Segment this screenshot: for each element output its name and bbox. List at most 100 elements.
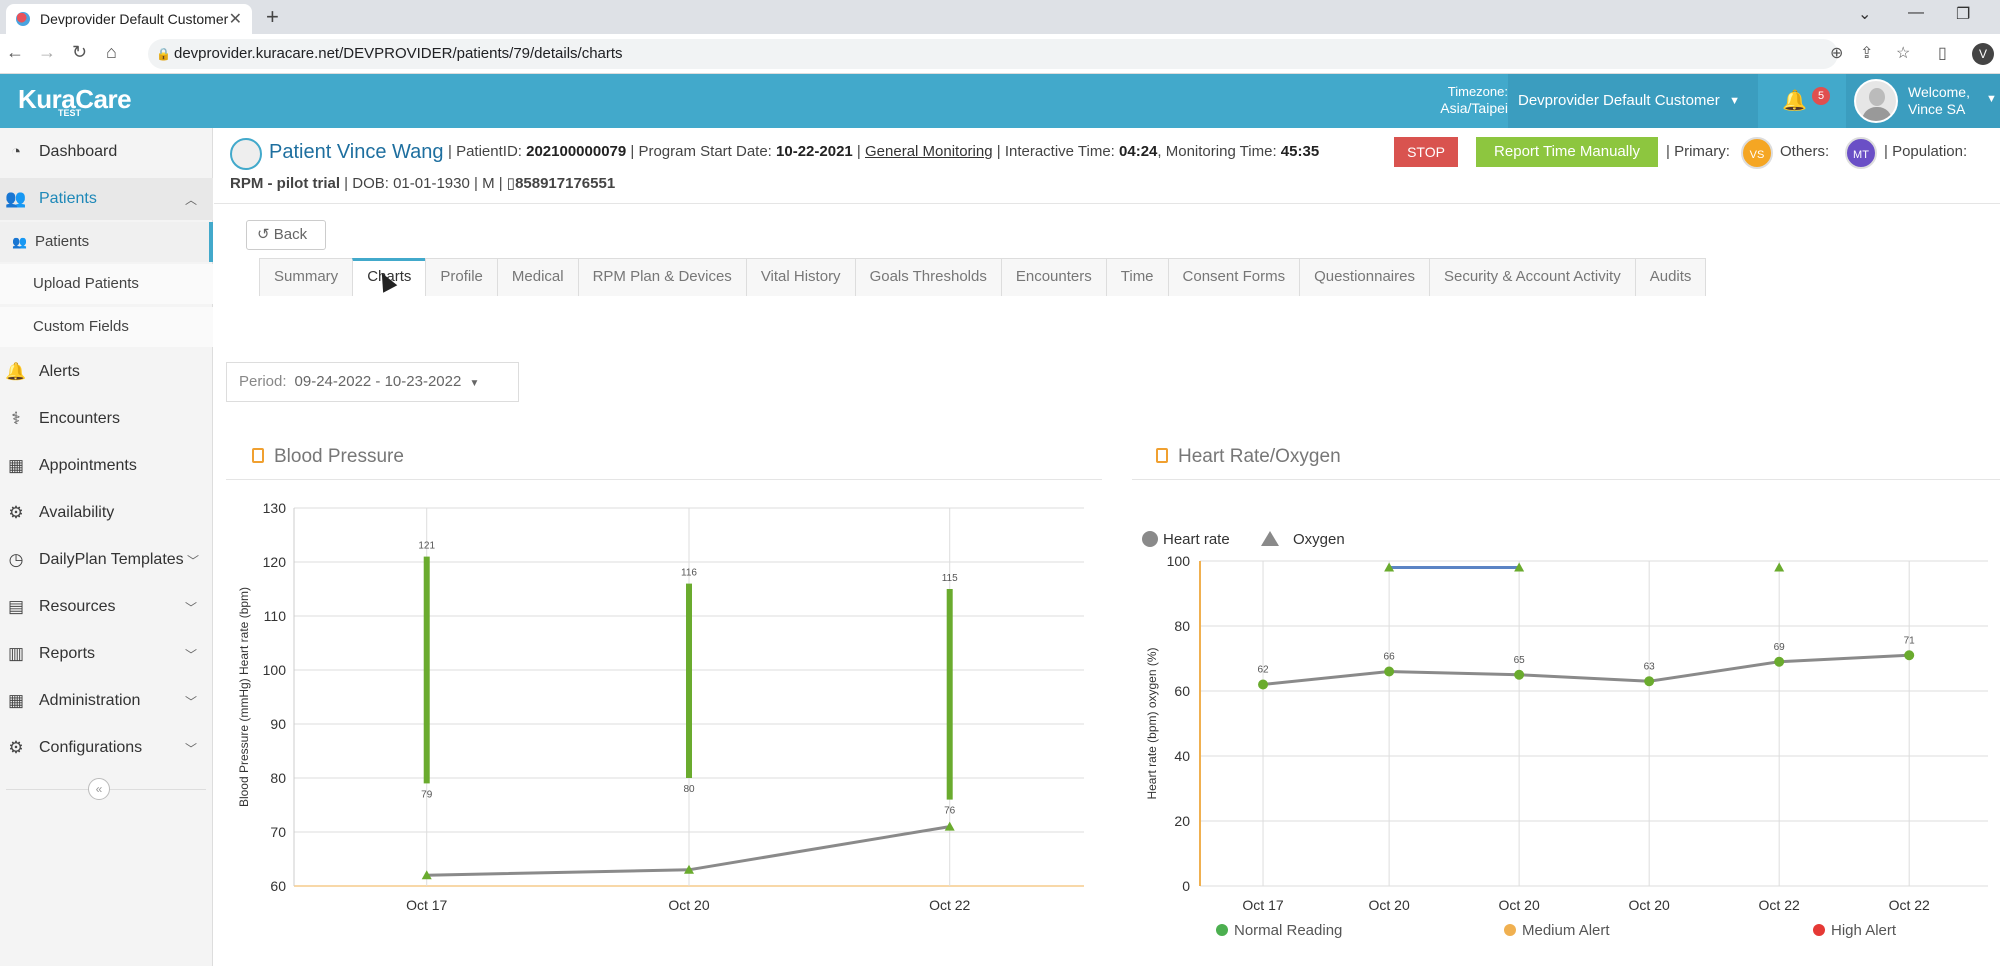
sidebar-subitem-label: Patients — [34, 233, 90, 250]
x-tick-label: Oct 17 — [406, 897, 447, 913]
other-provider-badge[interactable]: MT — [1845, 137, 1877, 169]
heart-rate-point — [1644, 676, 1655, 687]
calendar-icon: ▦ — [7, 456, 25, 475]
customer-selector[interactable]: Devprovider Default Customer ▼ — [1508, 74, 1758, 128]
book-icon: ▤ — [7, 597, 25, 616]
sidebar-item-encounters[interactable]: ⚕ Encounters — [0, 398, 213, 440]
lock-icon: 🔒 — [156, 47, 171, 61]
program-link[interactable]: General Monitoring — [865, 143, 993, 160]
tab-summary[interactable]: Summary — [259, 258, 354, 296]
tab-medical[interactable]: Medical — [496, 258, 579, 296]
back-label: Back — [273, 226, 308, 243]
primary-provider-badge[interactable]: VS — [1741, 137, 1773, 169]
sidebar-item-dailyplan-templates[interactable]: ◷ DailyPlan Templates ﹀ — [0, 539, 213, 581]
sidebar-item-reports[interactable]: ▥ Reports ﹀ — [0, 633, 213, 675]
chevron-down-icon: ﹀ — [186, 553, 199, 568]
share-icon[interactable]: ⇪ — [1860, 43, 1873, 63]
phone: 858917176551 — [515, 175, 616, 192]
tab-encounters[interactable]: Encounters — [1000, 258, 1107, 296]
forward-arrow-icon[interactable]: → — [38, 42, 56, 63]
sidebar-item-label: Alerts — [39, 363, 80, 380]
sidebar-item-availability[interactable]: ⚙ Availability — [0, 492, 213, 534]
minimize-icon[interactable]: — — [1908, 4, 1924, 22]
bookmark-star-icon[interactable]: ☆ — [1896, 43, 1910, 63]
x-tick-label: Oct 20 — [668, 897, 709, 913]
dashboard-icon: ◔ — [10, 142, 22, 161]
tab-time[interactable]: Time — [1105, 258, 1169, 296]
x-tick-label: Oct 17 — [1242, 897, 1283, 913]
y-tick-label: 100 — [1167, 553, 1191, 569]
sidebar-item-label: Appointments — [39, 457, 137, 474]
blood-pressure-panel-title: Blood Pressure — [252, 446, 404, 468]
heart-rate-data-label: 71 — [1904, 635, 1916, 646]
sidebar-subitem-patients[interactable]: 👥 Patients — [0, 222, 213, 262]
collapse-sidebar-icon[interactable]: « — [88, 778, 110, 800]
sidebar-item-resources[interactable]: ▤ Resources ﹀ — [0, 586, 213, 628]
address-bar[interactable]: 🔒 devprovider.kuracare.net/DEVPROVIDER/p… — [148, 39, 1838, 69]
status-legend-label: Medium Alert — [1522, 922, 1610, 939]
y-tick-label: 70 — [270, 824, 286, 840]
sidebar-item-alerts[interactable]: 🔔 Alerts — [0, 351, 213, 393]
panel-divider — [1132, 479, 2000, 480]
stop-button[interactable]: STOP — [1394, 137, 1458, 167]
sidebar-item-label: Resources — [39, 598, 116, 615]
app-header: KuraCare TEST Timezone: Asia/Taipei Devp… — [0, 74, 2000, 128]
close-tab-icon[interactable]: ✕ — [229, 9, 242, 29]
tab-rpm-plan-devices[interactable]: RPM Plan & Devices — [577, 258, 747, 296]
systolic-data-label: 116 — [681, 568, 697, 579]
tab-goals-thresholds[interactable]: Goals Thresholds — [854, 258, 1002, 296]
sidebar-item-configurations[interactable]: ⚙ Configurations ﹀ — [0, 727, 213, 769]
period-label: Period: — [239, 373, 287, 390]
sidebar-item-label: DailyPlan Templates — [39, 551, 184, 568]
x-tick-label: Oct 22 — [1759, 897, 1800, 913]
y-tick-label: 90 — [270, 716, 286, 732]
tab-search-icon[interactable]: ⌄ — [1858, 4, 1871, 24]
restore-icon[interactable]: ❐ — [1956, 4, 1970, 24]
welcome-text: Welcome, Vince SA — [1908, 84, 1970, 118]
tab-profile[interactable]: Profile — [425, 258, 498, 296]
sidebar-item-appointments[interactable]: ▦ Appointments — [0, 445, 213, 487]
start-date: 10-22-2021 — [776, 143, 853, 160]
building-icon: ▦ — [7, 691, 25, 710]
patient-header: Patient Vince Wang | PatientID: 20210000… — [214, 128, 2000, 204]
zoom-icon[interactable]: ⊕ — [1830, 43, 1843, 63]
tab-questionnaires[interactable]: Questionnaires — [1299, 258, 1430, 296]
period-value: 09-24-2022 - 10-23-2022 — [294, 373, 462, 390]
user-menu[interactable]: Welcome, Vince SA ▼ — [1846, 74, 2000, 128]
sidebar-subitem-upload-patients[interactable]: Upload Patients — [0, 264, 213, 304]
browser-tab[interactable]: Devprovider Default Customer ✕ — [6, 4, 252, 34]
sidebar-item-dashboard[interactable]: ◔ Dashboard — [0, 131, 213, 173]
hr-title: Heart Rate/Oxygen — [1178, 446, 1341, 467]
diastolic-data-label: 79 — [421, 789, 433, 800]
new-tab-icon[interactable]: + — [266, 4, 279, 30]
report-time-manually-button[interactable]: Report Time Manually — [1476, 137, 1658, 167]
browser-tab-title: Devprovider Default Customer — [40, 11, 229, 27]
y-tick-label: 40 — [1174, 748, 1190, 764]
heart-rate-data-label: 66 — [1384, 652, 1396, 663]
cog-icon: ⚙ — [8, 738, 24, 757]
population-label-wrap: | Population: — [1884, 143, 1968, 160]
reload-icon[interactable]: ↻ — [72, 42, 87, 63]
period-selector[interactable]: Period: 09-24-2022 - 10-23-2022 ▼ — [226, 362, 519, 402]
tab-security-account-activity[interactable]: Security & Account Activity — [1428, 258, 1636, 296]
bp-range-bar — [423, 556, 430, 784]
back-button[interactable]: ↺ Back — [246, 220, 326, 250]
notification-bell-icon[interactable]: 🔔 — [1782, 88, 1807, 113]
browser-profile-avatar[interactable]: V — [1972, 43, 1994, 65]
sidepanel-icon[interactable]: ▯ — [1938, 43, 1947, 63]
sidebar-item-administration[interactable]: ▦ Administration ﹀ — [0, 680, 213, 722]
tab-vital-history[interactable]: Vital History — [745, 258, 856, 296]
interactive-time-label: Interactive Time: — [1004, 143, 1115, 160]
caret-down-icon: ▼ — [1986, 93, 1997, 105]
tab-consent-forms[interactable]: Consent Forms — [1167, 258, 1301, 296]
population-value: RPM - pilot trial — [230, 175, 340, 192]
patient-tabs: Summary Charts Profile Medical RPM Plan … — [259, 258, 1707, 296]
tab-audits[interactable]: Audits — [1634, 258, 1707, 296]
back-arrow-icon[interactable]: ← — [6, 42, 24, 63]
sidebar-item-patients[interactable]: 👥 Patients ︿ — [0, 178, 213, 220]
sidebar-subitem-custom-fields[interactable]: Custom Fields — [0, 307, 213, 347]
y-tick-label: 80 — [1174, 618, 1190, 634]
phone-icon: ▯ — [506, 175, 516, 192]
undo-icon: ↺ — [257, 226, 270, 243]
home-icon[interactable]: ⌂ — [106, 42, 117, 63]
